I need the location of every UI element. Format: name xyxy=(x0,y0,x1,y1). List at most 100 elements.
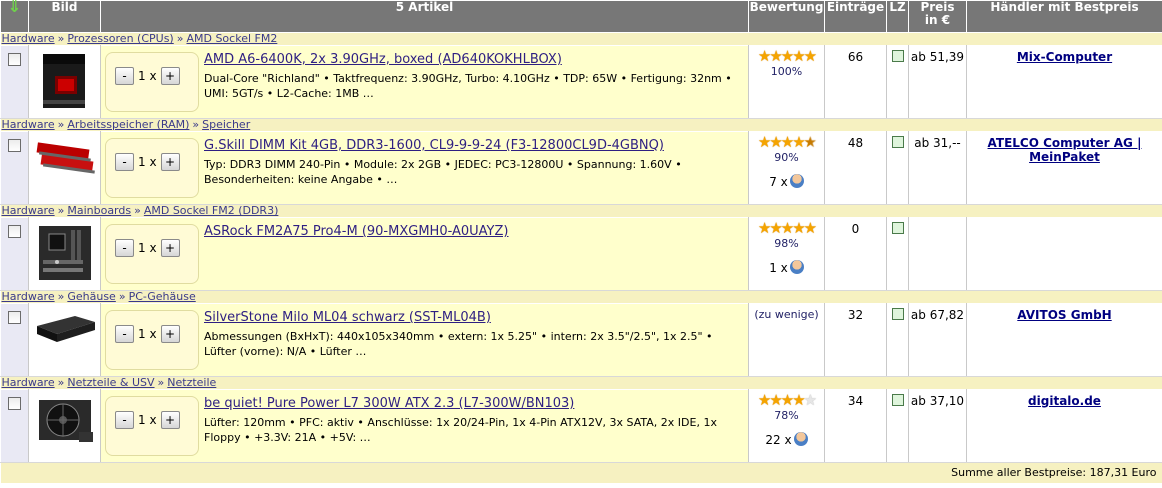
select-checkbox[interactable] xyxy=(8,225,21,238)
select-checkbox[interactable] xyxy=(8,139,21,152)
quantity-value[interactable]: 1 x xyxy=(134,413,161,427)
product-thumbnail[interactable] xyxy=(35,136,95,190)
breadcrumb-link[interactable]: Gehäuse xyxy=(67,291,115,304)
col-header-price[interactable]: Preis in € xyxy=(908,0,967,33)
breadcrumb-link[interactable]: Hardware xyxy=(2,205,55,218)
product-image-cell xyxy=(28,303,101,377)
product-text: ASRock FM2A75 Pro4-M (90-MXGMH0-A0UAYZ) xyxy=(204,224,744,243)
dealer-link[interactable]: AVITOS GmbH xyxy=(1017,308,1111,322)
best-price: ab 31,-- xyxy=(908,131,967,205)
increase-button[interactable]: + xyxy=(160,325,180,343)
breadcrumb-link[interactable]: PC-Gehäuse xyxy=(129,291,196,304)
breadcrumb-link[interactable]: Hardware xyxy=(2,119,55,132)
breadcrumb-link[interactable]: Speicher xyxy=(202,119,250,132)
rating-percent: 90% xyxy=(774,151,799,164)
quantity-stepper: -1 x + xyxy=(115,153,180,171)
product-name-link[interactable]: AMD A6-6400K, 2x 3.90GHz, boxed (AD640KO… xyxy=(204,52,562,68)
entries-count: 0 xyxy=(824,217,887,291)
category-breadcrumb: Hardware» Netzteile & USV» Netzteile xyxy=(0,376,1162,390)
col-header-dealer[interactable]: Händler mit Bestpreis xyxy=(966,0,1162,33)
product-name-link[interactable]: G.Skill DIMM Kit 4GB, DDR3-1600, CL9-9-9… xyxy=(204,138,664,154)
review-count[interactable]: 7 x xyxy=(749,174,824,189)
rating-cell[interactable]: ★★★★★ 90% 7 x xyxy=(748,131,825,205)
sort-toggle[interactable]: ⇓ xyxy=(0,0,29,33)
breadcrumb-link[interactable]: Hardware xyxy=(2,377,55,390)
decrease-button[interactable]: - xyxy=(115,153,134,171)
product-row: -1 x + AMD A6-6400K, 2x 3.90GHz, boxed (A… xyxy=(0,45,1162,119)
decrease-button[interactable]: - xyxy=(115,67,134,85)
product-thumbnail[interactable] xyxy=(35,394,95,448)
lz-cell xyxy=(886,389,909,463)
category-breadcrumb-row: Hardware» Mainboards» AMD Sockel FM2 (DDR3… xyxy=(0,204,1162,218)
entries-count: 48 xyxy=(824,131,887,205)
decrease-button[interactable]: - xyxy=(115,411,134,429)
lz-cell xyxy=(886,131,909,205)
breadcrumb-link[interactable]: Prozessoren (CPUs) xyxy=(67,33,173,46)
quantity-value[interactable]: 1 x xyxy=(134,69,161,83)
quantity-value[interactable]: 1 x xyxy=(134,155,161,169)
product-description-cell: -1 x + G.Skill DIMM Kit 4GB, DDR3-1600, C… xyxy=(100,131,749,205)
dealer-link[interactable]: Mix-Computer xyxy=(1017,50,1112,64)
increase-button[interactable]: + xyxy=(160,411,180,429)
col-header-rating[interactable]: Bewertung xyxy=(748,0,825,33)
breadcrumb-separator: » xyxy=(192,118,200,131)
quantity-value[interactable]: 1 x xyxy=(134,241,161,255)
col-header-lz[interactable]: LZ xyxy=(886,0,909,33)
breadcrumb-separator: » xyxy=(57,290,65,303)
select-cell xyxy=(0,303,29,377)
select-cell xyxy=(0,131,29,205)
product-thumbnail[interactable] xyxy=(35,222,95,280)
product-row: -1 x + SilverStone Milo ML04 schwarz (SST… xyxy=(0,303,1162,377)
category-breadcrumb-row: Hardware» Arbeitsspeicher (RAM)» Speicher xyxy=(0,118,1162,132)
col-header-price-line2: in € xyxy=(924,13,951,27)
select-checkbox[interactable] xyxy=(8,53,21,66)
product-row: -1 x + ASRock FM2A75 Pro4-M (90-MXGMH0-A0… xyxy=(0,217,1162,291)
lz-availability-icon xyxy=(891,136,904,148)
dealer-cell xyxy=(966,217,1162,291)
product-thumbnail[interactable] xyxy=(35,308,95,362)
product-name-link[interactable]: SilverStone Milo ML04 schwarz (SST-ML04B… xyxy=(204,310,491,326)
breadcrumb-link[interactable]: AMD Sockel FM2 xyxy=(186,33,277,46)
increase-button[interactable]: + xyxy=(160,239,180,257)
product-description-cell: -1 x + SilverStone Milo ML04 schwarz (SST… xyxy=(100,303,749,377)
rating-percent: 98% xyxy=(774,237,799,250)
select-checkbox[interactable] xyxy=(8,311,21,324)
rating-cell[interactable]: ★★★★★ 100% xyxy=(748,45,825,119)
breadcrumb-link[interactable]: Hardware xyxy=(2,33,55,46)
decrease-button[interactable]: - xyxy=(115,325,134,343)
product-name-link[interactable]: be quiet! Pure Power L7 300W ATX 2.3 (L7… xyxy=(204,396,574,412)
rating-cell[interactable]: ★★★★★ 78% 22 x xyxy=(748,389,825,463)
product-image-cell xyxy=(28,45,101,119)
category-breadcrumb-row: Hardware» Prozessoren (CPUs)» AMD Sockel F… xyxy=(0,32,1162,46)
review-count[interactable]: 22 x xyxy=(749,432,824,447)
breadcrumb-link[interactable]: Netzteile xyxy=(167,377,216,390)
rating-cell[interactable]: (zu wenige) xyxy=(748,303,825,377)
product-thumbnail[interactable] xyxy=(35,50,95,108)
select-checkbox[interactable] xyxy=(8,397,21,410)
lz-availability-icon xyxy=(891,308,904,320)
quantity-value[interactable]: 1 x xyxy=(134,327,161,341)
breadcrumb-link[interactable]: Netzteile & USV xyxy=(67,377,154,390)
lz-cell xyxy=(886,45,909,119)
quantity-stepper: -1 x + xyxy=(115,239,180,257)
dealer-link[interactable]: ATELCO Computer AG | MeinPaket xyxy=(988,136,1142,164)
dealer-cell: Mix-Computer xyxy=(966,45,1162,119)
rating-cell[interactable]: ★★★★★ 98% 1 x xyxy=(748,217,825,291)
product-text: G.Skill DIMM Kit 4GB, DDR3-1600, CL9-9-9… xyxy=(204,138,744,187)
rating-percent: (zu wenige) xyxy=(754,308,819,321)
breadcrumb-link[interactable]: Hardware xyxy=(2,291,55,304)
product-row: -1 x + G.Skill DIMM Kit 4GB, DDR3-1600, C… xyxy=(0,131,1162,205)
rating-stars: ★★★★★ xyxy=(757,391,817,409)
breadcrumb-link[interactable]: AMD Sockel FM2 (DDR3) xyxy=(144,205,279,218)
review-count[interactable]: 1 x xyxy=(749,260,824,275)
breadcrumb-link[interactable]: Mainboards xyxy=(67,205,131,218)
dealer-link[interactable]: digitalo.de xyxy=(1028,394,1101,408)
breadcrumb-link[interactable]: Arbeitsspeicher (RAM) xyxy=(67,119,189,132)
decrease-button[interactable]: - xyxy=(115,239,134,257)
category-breadcrumb: Hardware» Gehäuse» PC-Gehäuse xyxy=(0,290,1162,304)
arrow-down-icon[interactable]: ⇓ xyxy=(7,0,21,16)
increase-button[interactable]: + xyxy=(160,67,180,85)
col-header-entries[interactable]: Einträge xyxy=(824,0,887,33)
product-name-link[interactable]: ASRock FM2A75 Pro4-M (90-MXGMH0-A0UAYZ) xyxy=(204,224,508,240)
increase-button[interactable]: + xyxy=(160,153,180,171)
